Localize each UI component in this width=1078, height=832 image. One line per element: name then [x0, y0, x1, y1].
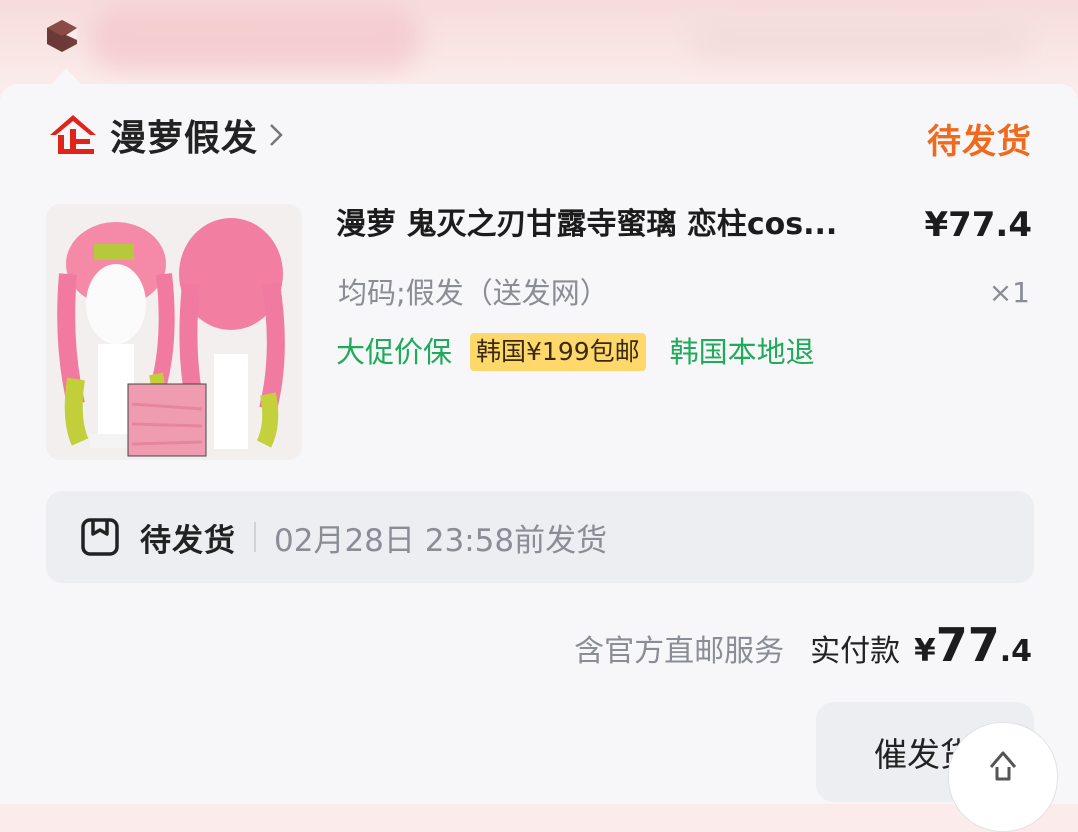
- service-tags: 大促价保 韩国¥199包邮 韩国本地退: [336, 330, 815, 374]
- app-logo-icon: [47, 20, 77, 52]
- divider: [254, 522, 256, 552]
- local-return-tag: 韩国本地退: [669, 335, 815, 369]
- paid-label: 实付款: [810, 634, 901, 669]
- product-price: ¥77.4: [924, 205, 1032, 245]
- price-protect-tag: 大促价保: [336, 335, 453, 369]
- shipping-status-box[interactable]: 待发货 02月28日 23:58前发货: [46, 491, 1034, 583]
- order-status: 待发货: [927, 122, 1032, 162]
- paid-amount-integer: 77: [935, 618, 1000, 672]
- product-thumbnail[interactable]: [46, 204, 302, 460]
- paid-amount-decimal: .4: [999, 634, 1032, 669]
- wig-product-image: [46, 204, 302, 460]
- shop-header[interactable]: 漫萝假发: [46, 110, 284, 160]
- package-icon: [81, 518, 119, 556]
- shop-name[interactable]: 漫萝假发: [110, 109, 258, 161]
- service-note: 含官方直邮服务: [574, 634, 785, 669]
- product-sku: 均码;假发（送发网）: [338, 276, 609, 310]
- product-title[interactable]: 漫萝 鬼灭之刃甘露寺蜜璃 恋柱cos...: [336, 200, 906, 250]
- shipping-deadline: 02月28日 23:58前发货: [274, 522, 608, 559]
- paid-currency: ¥: [914, 633, 936, 669]
- product-quantity: ×1: [988, 276, 1030, 309]
- free-shipping-tag: 韩国¥199包邮: [470, 333, 646, 371]
- top-header-blurred: [0, 0, 1078, 96]
- payment-summary: 含官方直邮服务 实付款 ¥ 77 .4: [574, 618, 1032, 672]
- enterprise-shop-icon: [50, 115, 96, 154]
- arrow-up-icon: [989, 751, 1017, 781]
- blurred-region: [690, 16, 1030, 60]
- blurred-region: [90, 6, 420, 70]
- shipping-status-label: 待发货: [140, 522, 236, 559]
- chevron-right-icon[interactable]: [268, 122, 284, 148]
- scroll-to-top-button[interactable]: [948, 722, 1058, 832]
